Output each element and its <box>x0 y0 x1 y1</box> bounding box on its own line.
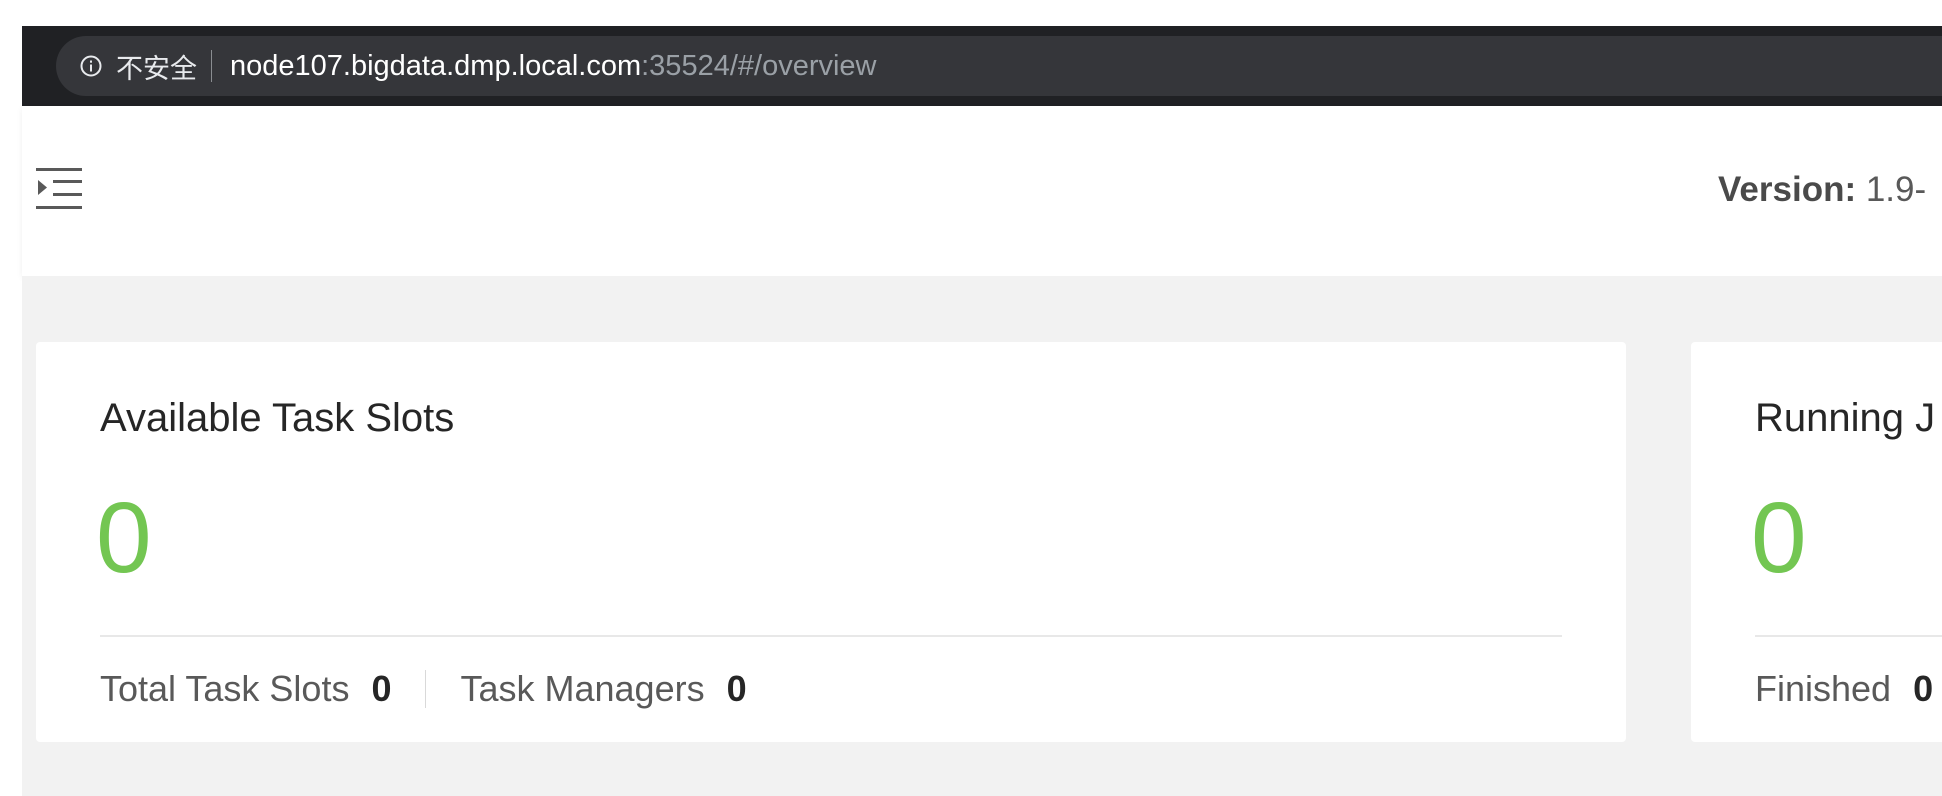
available-slots-value: 0 <box>96 482 152 594</box>
total-task-slots-label: Total Task Slots <box>100 668 350 709</box>
card-divider <box>100 635 1562 637</box>
card-divider <box>1755 635 1942 637</box>
security-status-label[interactable]: 不安全 <box>116 47 197 86</box>
url-text[interactable]: node107.bigdata.dmp.local.com:35524/#/ov… <box>230 50 877 83</box>
omnibox-separator <box>211 50 212 82</box>
url-path: :35524/#/overview <box>641 49 877 82</box>
finished-label: Finished <box>1755 668 1892 709</box>
task-managers-value: 0 <box>726 668 747 709</box>
info-circle-icon[interactable] <box>80 55 102 77</box>
task-managers-label: Task Managers <box>460 668 705 709</box>
footer-separator <box>425 670 427 708</box>
available-task-slots-card: Available Task Slots 0 Total Task Slots … <box>36 342 1626 742</box>
url-host: node107.bigdata.dmp.local.com <box>230 49 642 82</box>
overview-content: Available Task Slots 0 Total Task Slots … <box>22 276 1942 796</box>
card-title: Running J <box>1755 396 1936 440</box>
card-footer: Finished 0 <box>1755 668 1933 710</box>
omnibox[interactable]: 不安全 node107.bigdata.dmp.local.com:35524/… <box>56 36 1942 96</box>
version-value: 1.9- <box>1865 170 1927 209</box>
screen: 不安全 node107.bigdata.dmp.local.com:35524/… <box>0 0 1942 796</box>
menu-indent-icon[interactable] <box>36 166 84 212</box>
running-jobs-value: 0 <box>1751 482 1807 594</box>
version-info: Version: 1.9- <box>1718 170 1926 210</box>
tab-strip-edge <box>22 26 56 106</box>
running-jobs-card: Running J 0 Finished 0 <box>1691 342 1942 742</box>
total-task-slots-value: 0 <box>371 668 392 709</box>
app-header: Version: 1.9- <box>22 106 1942 276</box>
version-label: Version: <box>1718 170 1857 209</box>
finished-value: 0 <box>1913 668 1934 709</box>
card-title: Available Task Slots <box>100 396 455 440</box>
browser-address-bar: 不安全 node107.bigdata.dmp.local.com:35524/… <box>22 26 1942 106</box>
card-footer: Total Task Slots 0 Task Managers 0 <box>100 668 747 710</box>
